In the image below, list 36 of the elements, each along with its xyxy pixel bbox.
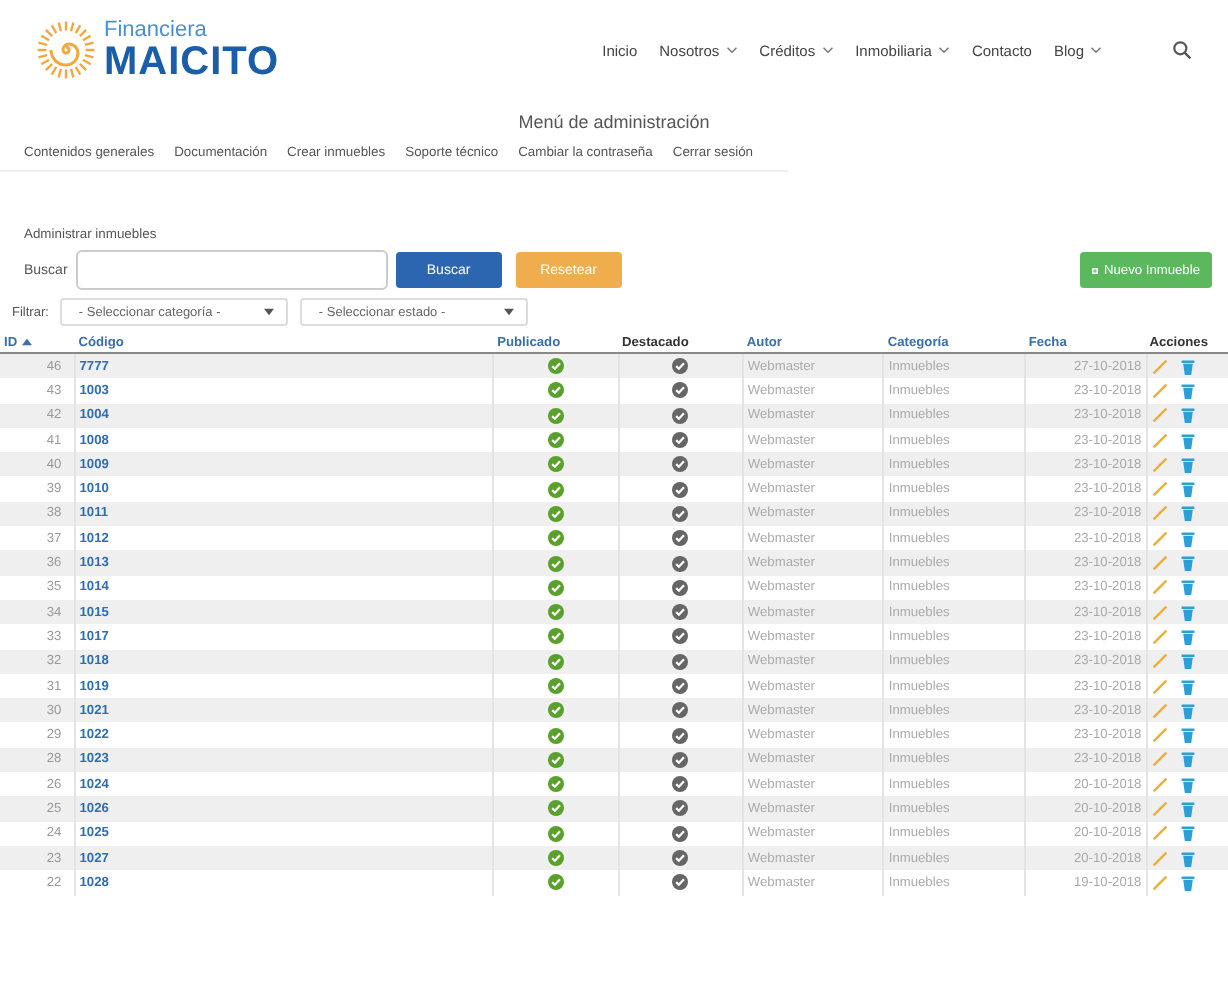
sun-logo-icon	[36, 20, 96, 80]
trash-icon[interactable]	[1179, 849, 1196, 868]
sort-up-icon	[21, 337, 32, 345]
plus-icon	[1092, 263, 1098, 277]
trash-icon[interactable]	[1179, 455, 1196, 474]
trash-icon[interactable]	[1179, 726, 1196, 745]
trash-icon[interactable]	[1179, 480, 1196, 499]
trash-icon[interactable]	[1179, 381, 1196, 400]
chevron-down-icon	[725, 46, 738, 54]
search-field[interactable]	[75, 250, 388, 290]
chevron-down-icon	[821, 46, 834, 54]
trash-icon[interactable]	[1179, 652, 1196, 671]
brand-name: MAICITO	[104, 41, 280, 81]
trash-icon[interactable]	[1179, 578, 1196, 597]
caret-down-icon	[504, 308, 515, 316]
caret-down-icon	[264, 308, 275, 316]
trash-icon[interactable]	[1179, 824, 1196, 843]
trash-icon[interactable]	[1179, 799, 1196, 818]
trash-icon[interactable]	[1179, 431, 1196, 450]
chevron-down-icon	[1090, 46, 1102, 54]
trash-icon[interactable]	[1179, 529, 1196, 548]
trash-icon[interactable]	[1179, 775, 1196, 794]
search-icon[interactable]	[1172, 40, 1192, 60]
trash-icon[interactable]	[1179, 603, 1196, 622]
trash-icon[interactable]	[1179, 357, 1196, 376]
brand-tagline: Financiera	[104, 19, 209, 41]
trash-icon[interactable]	[1179, 554, 1196, 573]
trash-icon[interactable]	[1179, 873, 1196, 892]
admin-title: Menú de administración	[516, 112, 712, 132]
trash-icon[interactable]	[1179, 701, 1196, 720]
trash-icon[interactable]	[1179, 677, 1196, 695]
trash-icon[interactable]	[1179, 504, 1196, 523]
chevron-down-icon	[937, 46, 950, 54]
trash-icon[interactable]	[1179, 627, 1196, 646]
trash-icon[interactable]	[1179, 750, 1196, 769]
trash-icon[interactable]	[1179, 406, 1196, 425]
